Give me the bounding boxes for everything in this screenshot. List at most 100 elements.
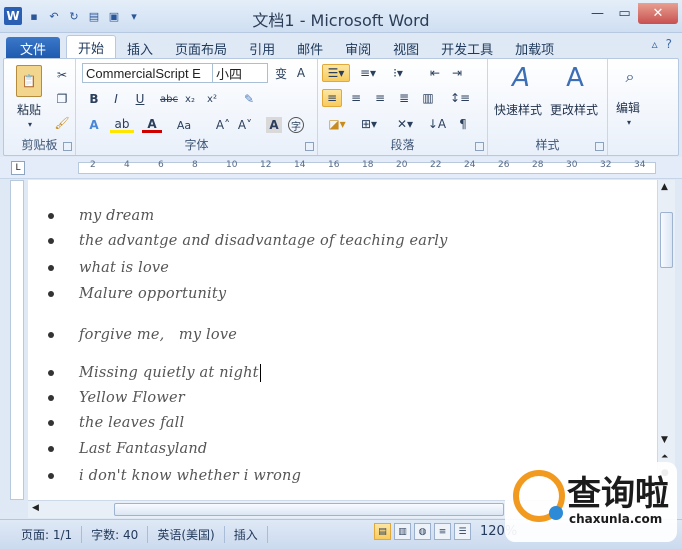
change-styles-label[interactable]: 更改样式	[550, 101, 598, 118]
list-item[interactable]: i don't know whether i wrong	[48, 468, 301, 484]
tab-file[interactable]: 文件	[6, 37, 61, 59]
horizontal-scroll-thumb[interactable]	[114, 503, 504, 516]
character-shading-icon[interactable]: A	[266, 117, 282, 133]
quick-styles-label[interactable]: 快速样式	[494, 101, 542, 118]
bullet-icon	[48, 238, 54, 244]
ruler-tick-label: 34	[634, 160, 646, 170]
list-item[interactable]: my dream	[48, 208, 154, 224]
format-painter-icon[interactable]: 🖌	[54, 115, 70, 131]
list-item[interactable]: Missing quietly at night	[48, 364, 261, 382]
tab-home[interactable]: 开始	[66, 35, 117, 59]
change-case-icon[interactable]: Aa	[172, 117, 196, 133]
paste-dropdown-icon[interactable]: ▾	[25, 119, 35, 129]
close-button[interactable]: ✕	[638, 3, 678, 24]
document-area[interactable]: my dream the advantge and disadvantage o…	[28, 180, 657, 500]
tab-review[interactable]: 审阅	[334, 37, 382, 59]
list-item[interactable]: what is love	[48, 260, 169, 276]
language[interactable]: 英语(美国)	[148, 526, 225, 543]
grow-font-size-icon[interactable]: A˄	[214, 117, 232, 133]
minimize-button[interactable]: —	[584, 3, 611, 24]
page-count[interactable]: 页面: 1/1	[12, 526, 83, 543]
multilevel-list-icon[interactable]: ⁝▾	[386, 64, 410, 82]
grow-font-icon[interactable]: 变	[272, 65, 290, 81]
paste-label[interactable]: 粘贴	[17, 101, 41, 118]
align-center-icon[interactable]: ≡	[346, 89, 366, 107]
paste-icon[interactable]: 📋	[16, 65, 42, 97]
superscript-icon[interactable]: x²	[204, 91, 220, 107]
cut-icon[interactable]: ✂	[54, 67, 70, 83]
vertical-scroll-thumb[interactable]	[660, 212, 673, 268]
font-color-icon[interactable]: A	[142, 117, 162, 133]
shading-icon[interactable]: ◪▾	[324, 115, 350, 133]
list-item[interactable]: Malure opportunity	[48, 286, 226, 302]
quick-styles-icon[interactable]: A	[506, 63, 536, 93]
chinese-layout-icon[interactable]: ✕▾	[392, 115, 418, 133]
list-item[interactable]: Last Fantasyland	[48, 441, 207, 457]
styles-launcher-icon[interactable]	[595, 142, 604, 151]
tab-selector[interactable]: L	[11, 161, 25, 175]
tab-view[interactable]: 视图	[382, 37, 430, 59]
print-layout-icon[interactable]: ▤	[374, 523, 391, 540]
vertical-scrollbar[interactable]: ▲ ▼ ⏶ ● ⏷	[657, 180, 675, 500]
increase-indent-icon[interactable]: ⇥	[448, 64, 466, 82]
font-name-input[interactable]: CommercialScript E	[82, 63, 214, 83]
bullets-icon[interactable]: ☰▾	[322, 64, 350, 82]
clipboard-launcher-icon[interactable]	[63, 142, 72, 151]
tab-references[interactable]: 引用	[238, 37, 286, 59]
italic-icon[interactable]: I	[108, 91, 124, 107]
justify-icon[interactable]: ≣	[394, 89, 414, 107]
underline-icon[interactable]: U	[130, 91, 150, 107]
ruler-tick-label: 8	[192, 160, 198, 170]
maximize-button[interactable]: ▭	[611, 3, 638, 24]
decrease-indent-icon[interactable]: ⇤	[426, 64, 444, 82]
web-layout-icon[interactable]: ◍	[414, 523, 431, 540]
binoculars-icon[interactable]: ⌕	[618, 65, 642, 89]
font-launcher-icon[interactable]	[305, 142, 314, 151]
tab-addins[interactable]: 加载项	[504, 37, 565, 59]
list-item[interactable]: Yellow Flower	[48, 390, 185, 406]
insert-mode[interactable]: 插入	[225, 526, 268, 543]
word-count[interactable]: 字数: 40	[82, 526, 149, 543]
editing-label[interactable]: 编辑	[616, 99, 640, 116]
tab-developer[interactable]: 开发工具	[430, 37, 504, 59]
bold-icon[interactable]: B	[86, 91, 102, 107]
shrink-font-size-icon[interactable]: A˅	[236, 117, 254, 133]
scroll-down-icon[interactable]: ▼	[661, 435, 668, 445]
numbering-icon[interactable]: ≡▾	[356, 64, 380, 82]
enclose-characters-icon[interactable]: 字	[288, 117, 304, 133]
full-screen-reading-icon[interactable]: ▥	[394, 523, 411, 540]
line-spacing-icon[interactable]: ↕≡	[448, 89, 472, 107]
clear-formatting-icon[interactable]: ✎	[240, 91, 258, 107]
outline-icon[interactable]: ≡	[434, 523, 451, 540]
paragraph-launcher-icon[interactable]	[475, 142, 484, 151]
editing-dropdown-icon[interactable]: ▾	[624, 117, 634, 127]
previous-page-icon[interactable]: ⏶	[661, 452, 668, 462]
align-left-icon[interactable]: ≡	[322, 89, 342, 107]
tab-mailings[interactable]: 邮件	[286, 37, 334, 59]
list-item[interactable]: the advantge and disadvantage of teachin…	[48, 233, 448, 249]
scroll-left-icon[interactable]: ◀	[32, 503, 39, 513]
font-size-input[interactable]: 小四	[212, 63, 268, 83]
distributed-icon[interactable]: ▥	[418, 89, 438, 107]
scroll-up-icon[interactable]: ▲	[661, 182, 668, 192]
minimize-ribbon-icon[interactable]: ▵	[652, 37, 658, 51]
highlight-color-icon[interactable]: ab	[110, 117, 134, 133]
copy-icon[interactable]: ❐	[54, 91, 70, 107]
strikethrough-icon[interactable]: abc	[158, 91, 180, 107]
ruler-tick-label: 26	[498, 160, 510, 170]
sort-icon[interactable]: ↓A	[428, 115, 446, 133]
tab-page-layout[interactable]: 页面布局	[164, 37, 238, 59]
phonetic-guide-icon[interactable]: A	[292, 65, 310, 81]
draft-icon[interactable]: ☰	[454, 523, 471, 540]
vertical-ruler	[10, 180, 24, 500]
align-right-icon[interactable]: ≡	[370, 89, 390, 107]
tab-insert[interactable]: 插入	[116, 37, 164, 59]
help-icon[interactable]: ?	[666, 37, 672, 51]
change-styles-icon[interactable]: A	[560, 63, 590, 93]
borders-icon[interactable]: ⊞▾	[356, 115, 382, 133]
list-item[interactable]: the leaves fall	[48, 415, 184, 431]
subscript-icon[interactable]: x₂	[182, 91, 198, 107]
list-item[interactable]: forgive me, my love	[48, 327, 237, 343]
show-marks-icon[interactable]: ¶	[454, 115, 472, 133]
text-effects-icon[interactable]: A	[84, 117, 104, 133]
